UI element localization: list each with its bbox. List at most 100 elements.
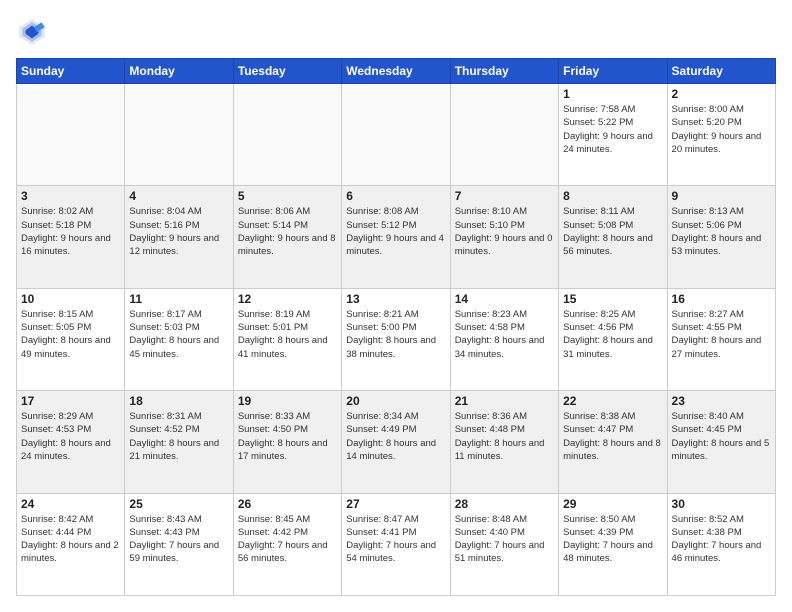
calendar-cell: 9 Sunrise: 8:13 AM Sunset: 5:06 PM Daylig…	[667, 186, 775, 288]
day-info: Sunrise: 8:02 AM Sunset: 5:18 PM Dayligh…	[21, 205, 120, 258]
calendar-cell	[17, 84, 125, 186]
weekday-sunday: Sunday	[17, 59, 125, 84]
calendar-cell: 14Sunrise: 8:23 AM Sunset: 4:58 PM Dayli…	[450, 288, 558, 390]
day-info: Sunrise: 8:08 AM Sunset: 5:12 PM Dayligh…	[346, 205, 445, 258]
calendar-cell: 13Sunrise: 8:21 AM Sunset: 5:00 PM Dayli…	[342, 288, 450, 390]
day-number: 24	[21, 497, 120, 511]
day-info: Sunrise: 8:43 AM Sunset: 4:43 PM Dayligh…	[129, 513, 228, 566]
day-number: 21	[455, 394, 554, 408]
weekday-thursday: Thursday	[450, 59, 558, 84]
calendar-cell: 12 Sunrise: 8:19 AM Sunset: 5:01 PM Dayli…	[233, 288, 341, 390]
page: SundayMondayTuesdayWednesdayThursdayFrid…	[0, 0, 792, 612]
calendar-cell: 6Sunrise: 8:08 AM Sunset: 5:12 PM Daylig…	[342, 186, 450, 288]
day-number: 1	[563, 87, 662, 101]
week-row-4: 17 Sunrise: 8:29 AM Sunset: 4:53 PM Dayli…	[17, 391, 776, 493]
calendar-cell: 25 Sunrise: 8:43 AM Sunset: 4:43 PM Dayli…	[125, 493, 233, 595]
day-number: 15	[563, 292, 662, 306]
calendar-cell: 1 Sunrise: 7:58 AM Sunset: 5:22 PM Daylig…	[559, 84, 667, 186]
calendar-cell: 24 Sunrise: 8:42 AM Sunset: 4:44 PM Dayli…	[17, 493, 125, 595]
calendar-cell: 22 Sunrise: 8:38 AM Sunset: 4:47 PM Dayli…	[559, 391, 667, 493]
day-number: 19	[238, 394, 337, 408]
weekday-friday: Friday	[559, 59, 667, 84]
day-info: Sunrise: 8:40 AM Sunset: 4:45 PM Dayligh…	[672, 410, 771, 463]
day-info: Sunrise: 8:34 AM Sunset: 4:49 PM Dayligh…	[346, 410, 445, 463]
logo-icon	[16, 16, 48, 48]
day-info: Sunrise: 8:33 AM Sunset: 4:50 PM Dayligh…	[238, 410, 337, 463]
day-number: 27	[346, 497, 445, 511]
day-number: 3	[21, 189, 120, 203]
day-number: 11	[129, 292, 228, 306]
calendar-cell: 28 Sunrise: 8:48 AM Sunset: 4:40 PM Dayli…	[450, 493, 558, 595]
day-number: 8	[563, 189, 662, 203]
day-number: 13	[346, 292, 445, 306]
day-number: 26	[238, 497, 337, 511]
calendar-cell: 23 Sunrise: 8:40 AM Sunset: 4:45 PM Dayli…	[667, 391, 775, 493]
day-info: Sunrise: 8:47 AM Sunset: 4:41 PM Dayligh…	[346, 513, 445, 566]
day-number: 10	[21, 292, 120, 306]
day-number: 20	[346, 394, 445, 408]
day-info: Sunrise: 8:50 AM Sunset: 4:39 PM Dayligh…	[563, 513, 662, 566]
week-row-3: 10 Sunrise: 8:15 AM Sunset: 5:05 PM Dayli…	[17, 288, 776, 390]
day-number: 29	[563, 497, 662, 511]
day-info: Sunrise: 8:15 AM Sunset: 5:05 PM Dayligh…	[21, 308, 120, 361]
calendar-cell: 17 Sunrise: 8:29 AM Sunset: 4:53 PM Dayli…	[17, 391, 125, 493]
day-info: Sunrise: 8:10 AM Sunset: 5:10 PM Dayligh…	[455, 205, 554, 258]
day-number: 22	[563, 394, 662, 408]
day-info: Sunrise: 8:06 AM Sunset: 5:14 PM Dayligh…	[238, 205, 337, 258]
weekday-saturday: Saturday	[667, 59, 775, 84]
calendar-cell	[450, 84, 558, 186]
calendar-cell	[125, 84, 233, 186]
day-info: Sunrise: 8:42 AM Sunset: 4:44 PM Dayligh…	[21, 513, 120, 566]
day-info: Sunrise: 8:13 AM Sunset: 5:06 PM Dayligh…	[672, 205, 771, 258]
calendar-cell: 2 Sunrise: 8:00 AM Sunset: 5:20 PM Daylig…	[667, 84, 775, 186]
logo	[16, 16, 52, 48]
week-row-2: 3 Sunrise: 8:02 AM Sunset: 5:18 PM Daylig…	[17, 186, 776, 288]
day-number: 28	[455, 497, 554, 511]
calendar-cell: 29 Sunrise: 8:50 AM Sunset: 4:39 PM Dayli…	[559, 493, 667, 595]
calendar-cell: 27 Sunrise: 8:47 AM Sunset: 4:41 PM Dayli…	[342, 493, 450, 595]
calendar-cell: 21 Sunrise: 8:36 AM Sunset: 4:48 PM Dayli…	[450, 391, 558, 493]
calendar-cell: 4Sunrise: 8:04 AM Sunset: 5:16 PM Daylig…	[125, 186, 233, 288]
week-row-1: 1 Sunrise: 7:58 AM Sunset: 5:22 PM Daylig…	[17, 84, 776, 186]
calendar-cell: 15 Sunrise: 8:25 AM Sunset: 4:56 PM Dayli…	[559, 288, 667, 390]
day-number: 25	[129, 497, 228, 511]
day-info: Sunrise: 8:29 AM Sunset: 4:53 PM Dayligh…	[21, 410, 120, 463]
calendar-cell: 30Sunrise: 8:52 AM Sunset: 4:38 PM Dayli…	[667, 493, 775, 595]
calendar-table: SundayMondayTuesdayWednesdayThursdayFrid…	[16, 58, 776, 596]
calendar-cell: 16Sunrise: 8:27 AM Sunset: 4:55 PM Dayli…	[667, 288, 775, 390]
weekday-monday: Monday	[125, 59, 233, 84]
day-info: Sunrise: 8:52 AM Sunset: 4:38 PM Dayligh…	[672, 513, 771, 566]
day-info: Sunrise: 8:31 AM Sunset: 4:52 PM Dayligh…	[129, 410, 228, 463]
day-info: Sunrise: 8:25 AM Sunset: 4:56 PM Dayligh…	[563, 308, 662, 361]
day-number: 5	[238, 189, 337, 203]
day-number: 12	[238, 292, 337, 306]
day-info: Sunrise: 7:58 AM Sunset: 5:22 PM Dayligh…	[563, 103, 662, 156]
day-number: 9	[672, 189, 771, 203]
week-row-5: 24 Sunrise: 8:42 AM Sunset: 4:44 PM Dayli…	[17, 493, 776, 595]
day-info: Sunrise: 8:45 AM Sunset: 4:42 PM Dayligh…	[238, 513, 337, 566]
weekday-header-row: SundayMondayTuesdayWednesdayThursdayFrid…	[17, 59, 776, 84]
calendar-cell: 26 Sunrise: 8:45 AM Sunset: 4:42 PM Dayli…	[233, 493, 341, 595]
calendar-cell: 3 Sunrise: 8:02 AM Sunset: 5:18 PM Daylig…	[17, 186, 125, 288]
calendar-cell: 10 Sunrise: 8:15 AM Sunset: 5:05 PM Dayli…	[17, 288, 125, 390]
day-number: 7	[455, 189, 554, 203]
calendar-cell: 5 Sunrise: 8:06 AM Sunset: 5:14 PM Daylig…	[233, 186, 341, 288]
weekday-wednesday: Wednesday	[342, 59, 450, 84]
day-info: Sunrise: 8:04 AM Sunset: 5:16 PM Dayligh…	[129, 205, 228, 258]
calendar-cell: 19 Sunrise: 8:33 AM Sunset: 4:50 PM Dayli…	[233, 391, 341, 493]
day-info: Sunrise: 8:11 AM Sunset: 5:08 PM Dayligh…	[563, 205, 662, 258]
calendar-cell: 18 Sunrise: 8:31 AM Sunset: 4:52 PM Dayli…	[125, 391, 233, 493]
day-info: Sunrise: 8:38 AM Sunset: 4:47 PM Dayligh…	[563, 410, 662, 463]
day-info: Sunrise: 8:17 AM Sunset: 5:03 PM Dayligh…	[129, 308, 228, 361]
day-info: Sunrise: 8:36 AM Sunset: 4:48 PM Dayligh…	[455, 410, 554, 463]
day-number: 2	[672, 87, 771, 101]
day-number: 17	[21, 394, 120, 408]
day-info: Sunrise: 8:00 AM Sunset: 5:20 PM Dayligh…	[672, 103, 771, 156]
header	[16, 16, 776, 48]
day-info: Sunrise: 8:48 AM Sunset: 4:40 PM Dayligh…	[455, 513, 554, 566]
calendar-cell: 8 Sunrise: 8:11 AM Sunset: 5:08 PM Daylig…	[559, 186, 667, 288]
day-number: 18	[129, 394, 228, 408]
day-info: Sunrise: 8:27 AM Sunset: 4:55 PM Dayligh…	[672, 308, 771, 361]
day-info: Sunrise: 8:19 AM Sunset: 5:01 PM Dayligh…	[238, 308, 337, 361]
day-number: 23	[672, 394, 771, 408]
